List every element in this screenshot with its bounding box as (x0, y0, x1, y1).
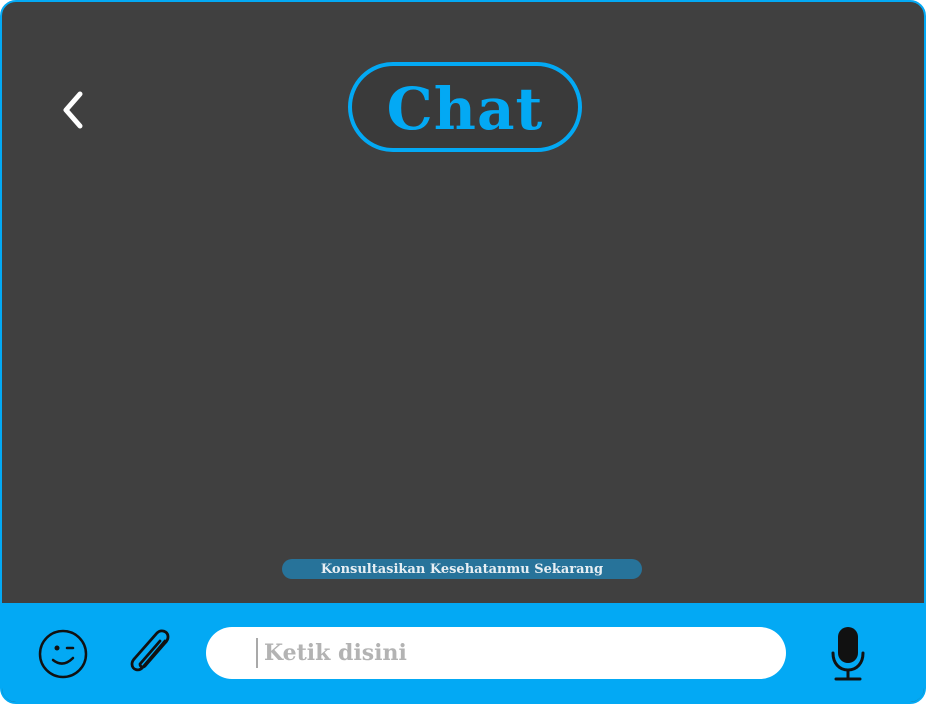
attach-button[interactable] (124, 625, 178, 683)
back-button[interactable] (52, 86, 92, 134)
consultation-hint: Konsultasikan Kesehatanmu Sekarang (282, 559, 642, 579)
voice-button[interactable] (822, 623, 874, 685)
text-caret (256, 638, 258, 668)
message-input-container[interactable] (206, 627, 786, 679)
chevron-left-icon (63, 91, 83, 129)
microphone-icon (831, 627, 865, 681)
paperclip-icon (130, 629, 170, 672)
message-composer (2, 603, 924, 702)
chat-screen: Chat Konsultasikan Kesehatanmu Sekarang (0, 0, 926, 704)
consultation-hint-text: Konsultasikan Kesehatanmu Sekarang (320, 561, 604, 577)
message-input[interactable] (264, 627, 764, 679)
smiley-icon (38, 629, 88, 679)
page-title: Chat (386, 75, 544, 143)
emoji-button[interactable] (36, 627, 90, 681)
page-title-pill: Chat (348, 62, 582, 152)
